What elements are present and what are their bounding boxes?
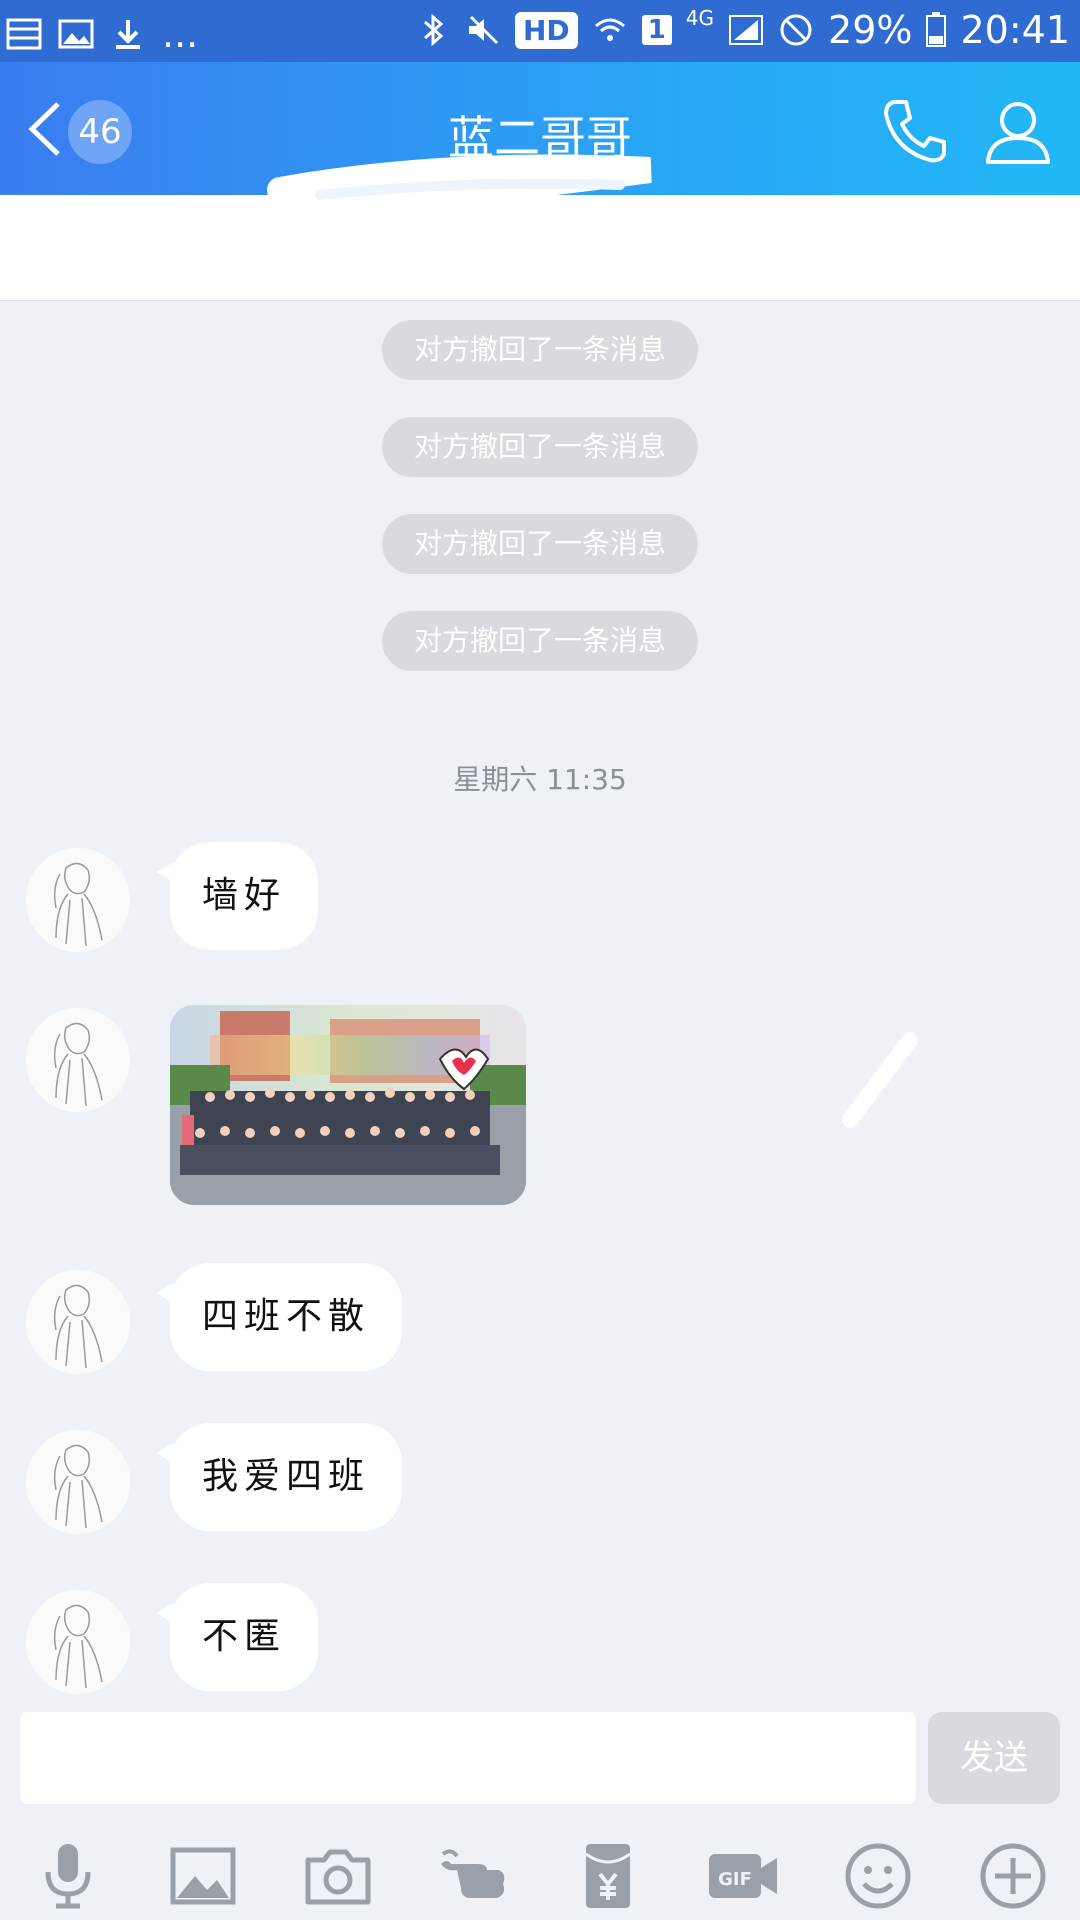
emoji-icon[interactable] (842, 1840, 914, 1912)
avatar[interactable] (26, 1270, 130, 1374)
wifi-icon (594, 18, 625, 41)
clock: 20:41 (960, 8, 1070, 52)
gallery-icon (58, 19, 94, 49)
download-icon (116, 20, 140, 49)
poke-icon[interactable] (437, 1840, 509, 1912)
storage-icon (6, 18, 42, 50)
network-type: 4G (685, 6, 715, 30)
recall-notice: 对方撤回了一条消息 (382, 320, 698, 380)
gif-icon[interactable]: GIF (707, 1840, 779, 1912)
avatar-sketch-icon (26, 1008, 130, 1112)
svg-text:GIF: GIF (718, 1869, 752, 1890)
message-bubble[interactable]: 四班不散 (155, 1263, 403, 1371)
photo-message[interactable] (170, 1005, 526, 1205)
battery-percent: 29% (828, 8, 913, 52)
recall-notice: 对方撤回了一条消息 (382, 611, 698, 671)
message-bubble[interactable]: 墙好 (155, 842, 319, 950)
avatar[interactable] (26, 1008, 130, 1112)
message-timestamp: 星期六 11:35 (453, 763, 627, 796)
avatar[interactable] (26, 1430, 130, 1534)
signal-icon (729, 15, 764, 45)
avatar-sketch-icon (26, 848, 130, 952)
mute-icon (469, 15, 499, 45)
microphone-icon[interactable] (32, 1840, 104, 1912)
avatar-sketch-icon (26, 1430, 130, 1534)
do-not-disturb-icon (780, 14, 812, 46)
hd-badge: HD (515, 11, 578, 49)
redaction-scribble (267, 154, 802, 300)
recall-notice: 对方撤回了一条消息 (382, 514, 698, 574)
avatar[interactable] (26, 848, 130, 952)
message-bubble[interactable]: 我爱四班 (155, 1423, 403, 1531)
camera-icon[interactable] (302, 1840, 374, 1912)
status-bar-left: ... (6, 12, 198, 56)
status-bar: ... HD 1 4G 29% 20:41 (0, 0, 1080, 62)
group-photo-image (170, 1005, 526, 1205)
avatar-sketch-icon (26, 1590, 130, 1694)
input-area: 发送 GIF (0, 1700, 1080, 1920)
input-toolbar: GIF (0, 1830, 1080, 1920)
more-indicator: ... (162, 12, 199, 56)
recall-notice: 对方撤回了一条消息 (382, 417, 698, 477)
message-input[interactable] (20, 1712, 916, 1804)
image-icon[interactable] (167, 1840, 239, 1912)
plus-icon[interactable] (977, 1840, 1049, 1912)
avatar-sketch-icon (26, 1270, 130, 1374)
battery-icon (926, 12, 947, 47)
status-bar-right: HD 1 4G 29% 20:41 (415, 6, 1070, 52)
avatar[interactable] (26, 1590, 130, 1694)
decorative-stroke (842, 1032, 918, 1128)
message-bubble[interactable]: 不匿 (155, 1583, 319, 1691)
bluetooth-icon (424, 13, 444, 47)
red-packet-icon[interactable] (572, 1840, 644, 1912)
sim-badge: 1 (641, 15, 672, 45)
send-button[interactable]: 发送 (928, 1712, 1060, 1804)
